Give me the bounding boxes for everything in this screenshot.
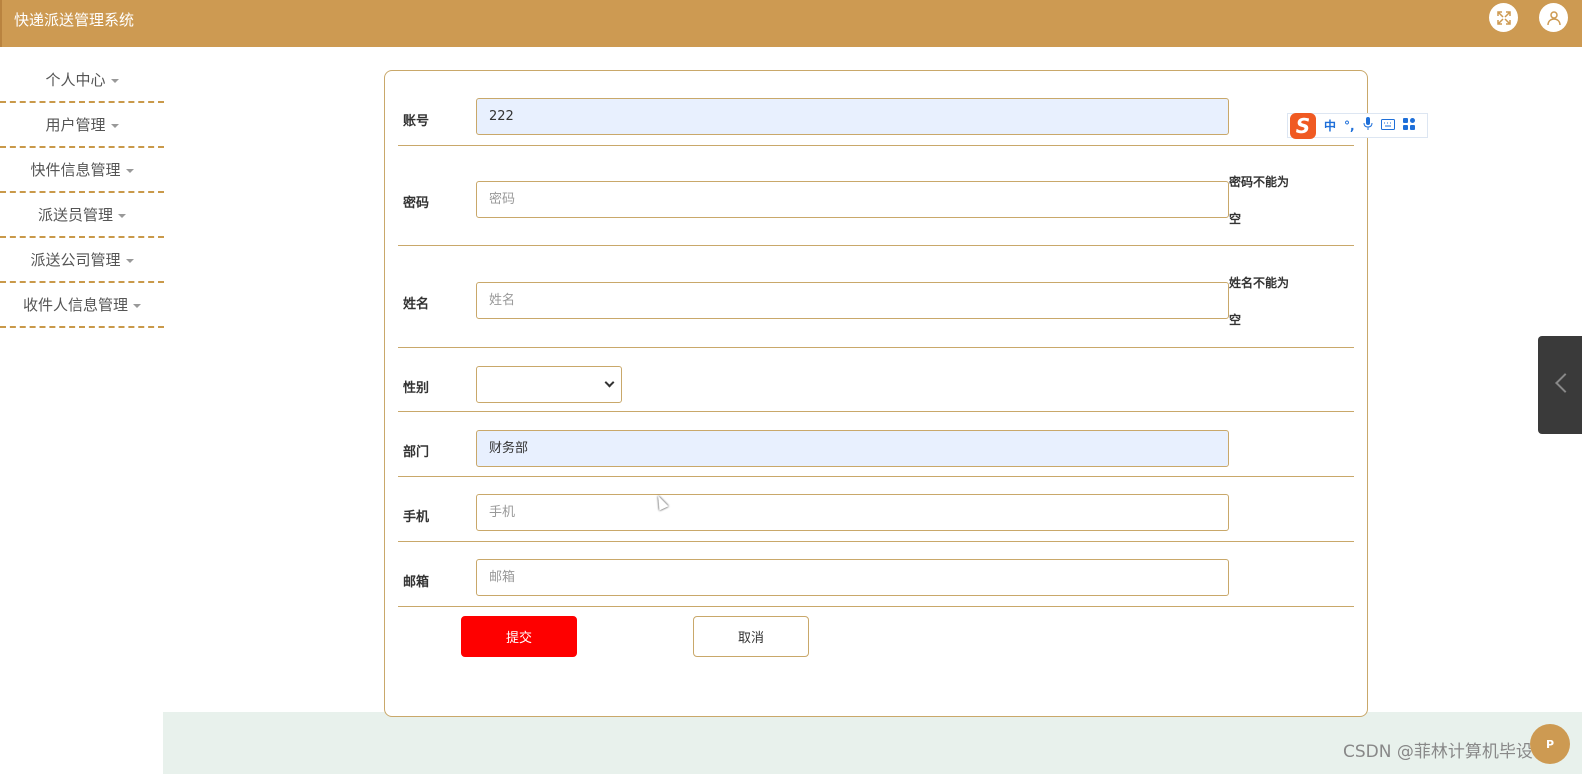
ime-punctuation[interactable]: °, bbox=[1344, 119, 1355, 133]
caret-down-icon bbox=[125, 258, 134, 263]
phone-row: 手机 手机 bbox=[398, 477, 1354, 542]
account-label: 账号 bbox=[403, 114, 430, 129]
phone-placeholder: 手机 bbox=[489, 505, 516, 520]
phone-input[interactable]: 手机 bbox=[476, 494, 1229, 531]
gender-row: 性别 bbox=[398, 348, 1354, 412]
name-placeholder: 姓名 bbox=[489, 293, 516, 308]
gender-select[interactable] bbox=[476, 366, 622, 403]
department-value: 财务部 bbox=[489, 441, 529, 456]
caret-down-icon bbox=[110, 78, 119, 83]
sidebar-item-user-management[interactable]: 用户管理 bbox=[0, 103, 164, 148]
phone-label: 手机 bbox=[403, 510, 430, 525]
sidebar-item-label: 快件信息管理 bbox=[30, 161, 121, 179]
sidebar-item-recipient-info[interactable]: 收件人信息管理 bbox=[0, 283, 164, 328]
password-row: 密码 密码 密码不能为空 bbox=[398, 146, 1354, 246]
cancel-button[interactable]: 取消 bbox=[693, 616, 809, 657]
grid-icon[interactable] bbox=[1402, 118, 1415, 133]
sogou-logo-icon: S bbox=[1290, 112, 1316, 139]
department-input[interactable]: 财务部 bbox=[476, 430, 1229, 467]
gender-label: 性别 bbox=[403, 381, 430, 396]
app-title: 快递派送管理系统 bbox=[14, 11, 135, 29]
keyboard-icon[interactable] bbox=[1380, 118, 1395, 133]
password-error: 密码不能为空 bbox=[1229, 175, 1290, 226]
email-input[interactable]: 邮箱 bbox=[476, 559, 1229, 596]
caret-down-icon bbox=[125, 168, 134, 173]
ime-chinese-mode[interactable]: 中 bbox=[1324, 117, 1336, 134]
chevron-left-icon bbox=[1555, 373, 1575, 393]
account-input[interactable]: 222 bbox=[476, 98, 1229, 135]
password-placeholder: 密码 bbox=[489, 192, 516, 207]
submit-button[interactable]: 提交 bbox=[461, 616, 577, 657]
collapse-panel-handle[interactable] bbox=[1538, 336, 1582, 434]
name-error: 姓名不能为空 bbox=[1229, 276, 1290, 327]
caret-down-icon bbox=[133, 303, 141, 308]
sidebar-item-personal-center[interactable]: 个人中心 bbox=[0, 58, 164, 103]
department-row: 部门 财务部 bbox=[398, 412, 1354, 477]
user-icon[interactable] bbox=[1539, 3, 1568, 32]
ime-toolbar[interactable]: S 中 °, bbox=[1287, 112, 1428, 139]
sidebar-item-parcel-info[interactable]: 快件信息管理 bbox=[0, 148, 164, 193]
email-label: 邮箱 bbox=[403, 575, 430, 590]
watermark: CSDN @菲林计算机毕设 bbox=[1343, 742, 1533, 762]
password-label: 密码 bbox=[403, 196, 430, 211]
sidebar-item-label: 用户管理 bbox=[45, 116, 106, 134]
department-label: 部门 bbox=[403, 445, 430, 460]
name-row: 姓名 姓名 姓名不能为空 bbox=[398, 246, 1354, 348]
account-value: 222 bbox=[489, 109, 514, 124]
sidebar: 个人中心 用户管理 快件信息管理 派送员管理 派送公司管理 收件人信息管理 bbox=[0, 58, 164, 328]
email-row: 邮箱 邮箱 bbox=[398, 542, 1354, 607]
name-label: 姓名 bbox=[403, 297, 430, 312]
sidebar-item-label: 派送员管理 bbox=[37, 206, 113, 224]
sidebar-item-label: 派送公司管理 bbox=[30, 251, 121, 269]
caret-down-icon bbox=[118, 213, 126, 218]
corner-badge[interactable]: P bbox=[1530, 724, 1570, 764]
top-bar: 快递派送管理系统 bbox=[0, 0, 1582, 47]
user-form: 账号 222 密码 密码 密码不能为空 姓名 姓名 姓名不能为空 性别 部门 财… bbox=[384, 70, 1368, 717]
name-input[interactable]: 姓名 bbox=[476, 282, 1229, 319]
fullscreen-icon[interactable] bbox=[1489, 3, 1518, 32]
account-row: 账号 222 bbox=[398, 98, 1354, 146]
sidebar-item-label: 个人中心 bbox=[45, 71, 106, 89]
caret-down-icon bbox=[110, 123, 119, 128]
chevron-down-icon bbox=[604, 377, 615, 388]
sidebar-item-label: 收件人信息管理 bbox=[22, 296, 128, 314]
sidebar-item-company-management[interactable]: 派送公司管理 bbox=[0, 238, 164, 283]
password-input[interactable]: 密码 bbox=[476, 181, 1229, 218]
mic-icon[interactable] bbox=[1363, 117, 1373, 134]
email-placeholder: 邮箱 bbox=[489, 570, 516, 585]
sidebar-item-courier-management[interactable]: 派送员管理 bbox=[0, 193, 164, 238]
